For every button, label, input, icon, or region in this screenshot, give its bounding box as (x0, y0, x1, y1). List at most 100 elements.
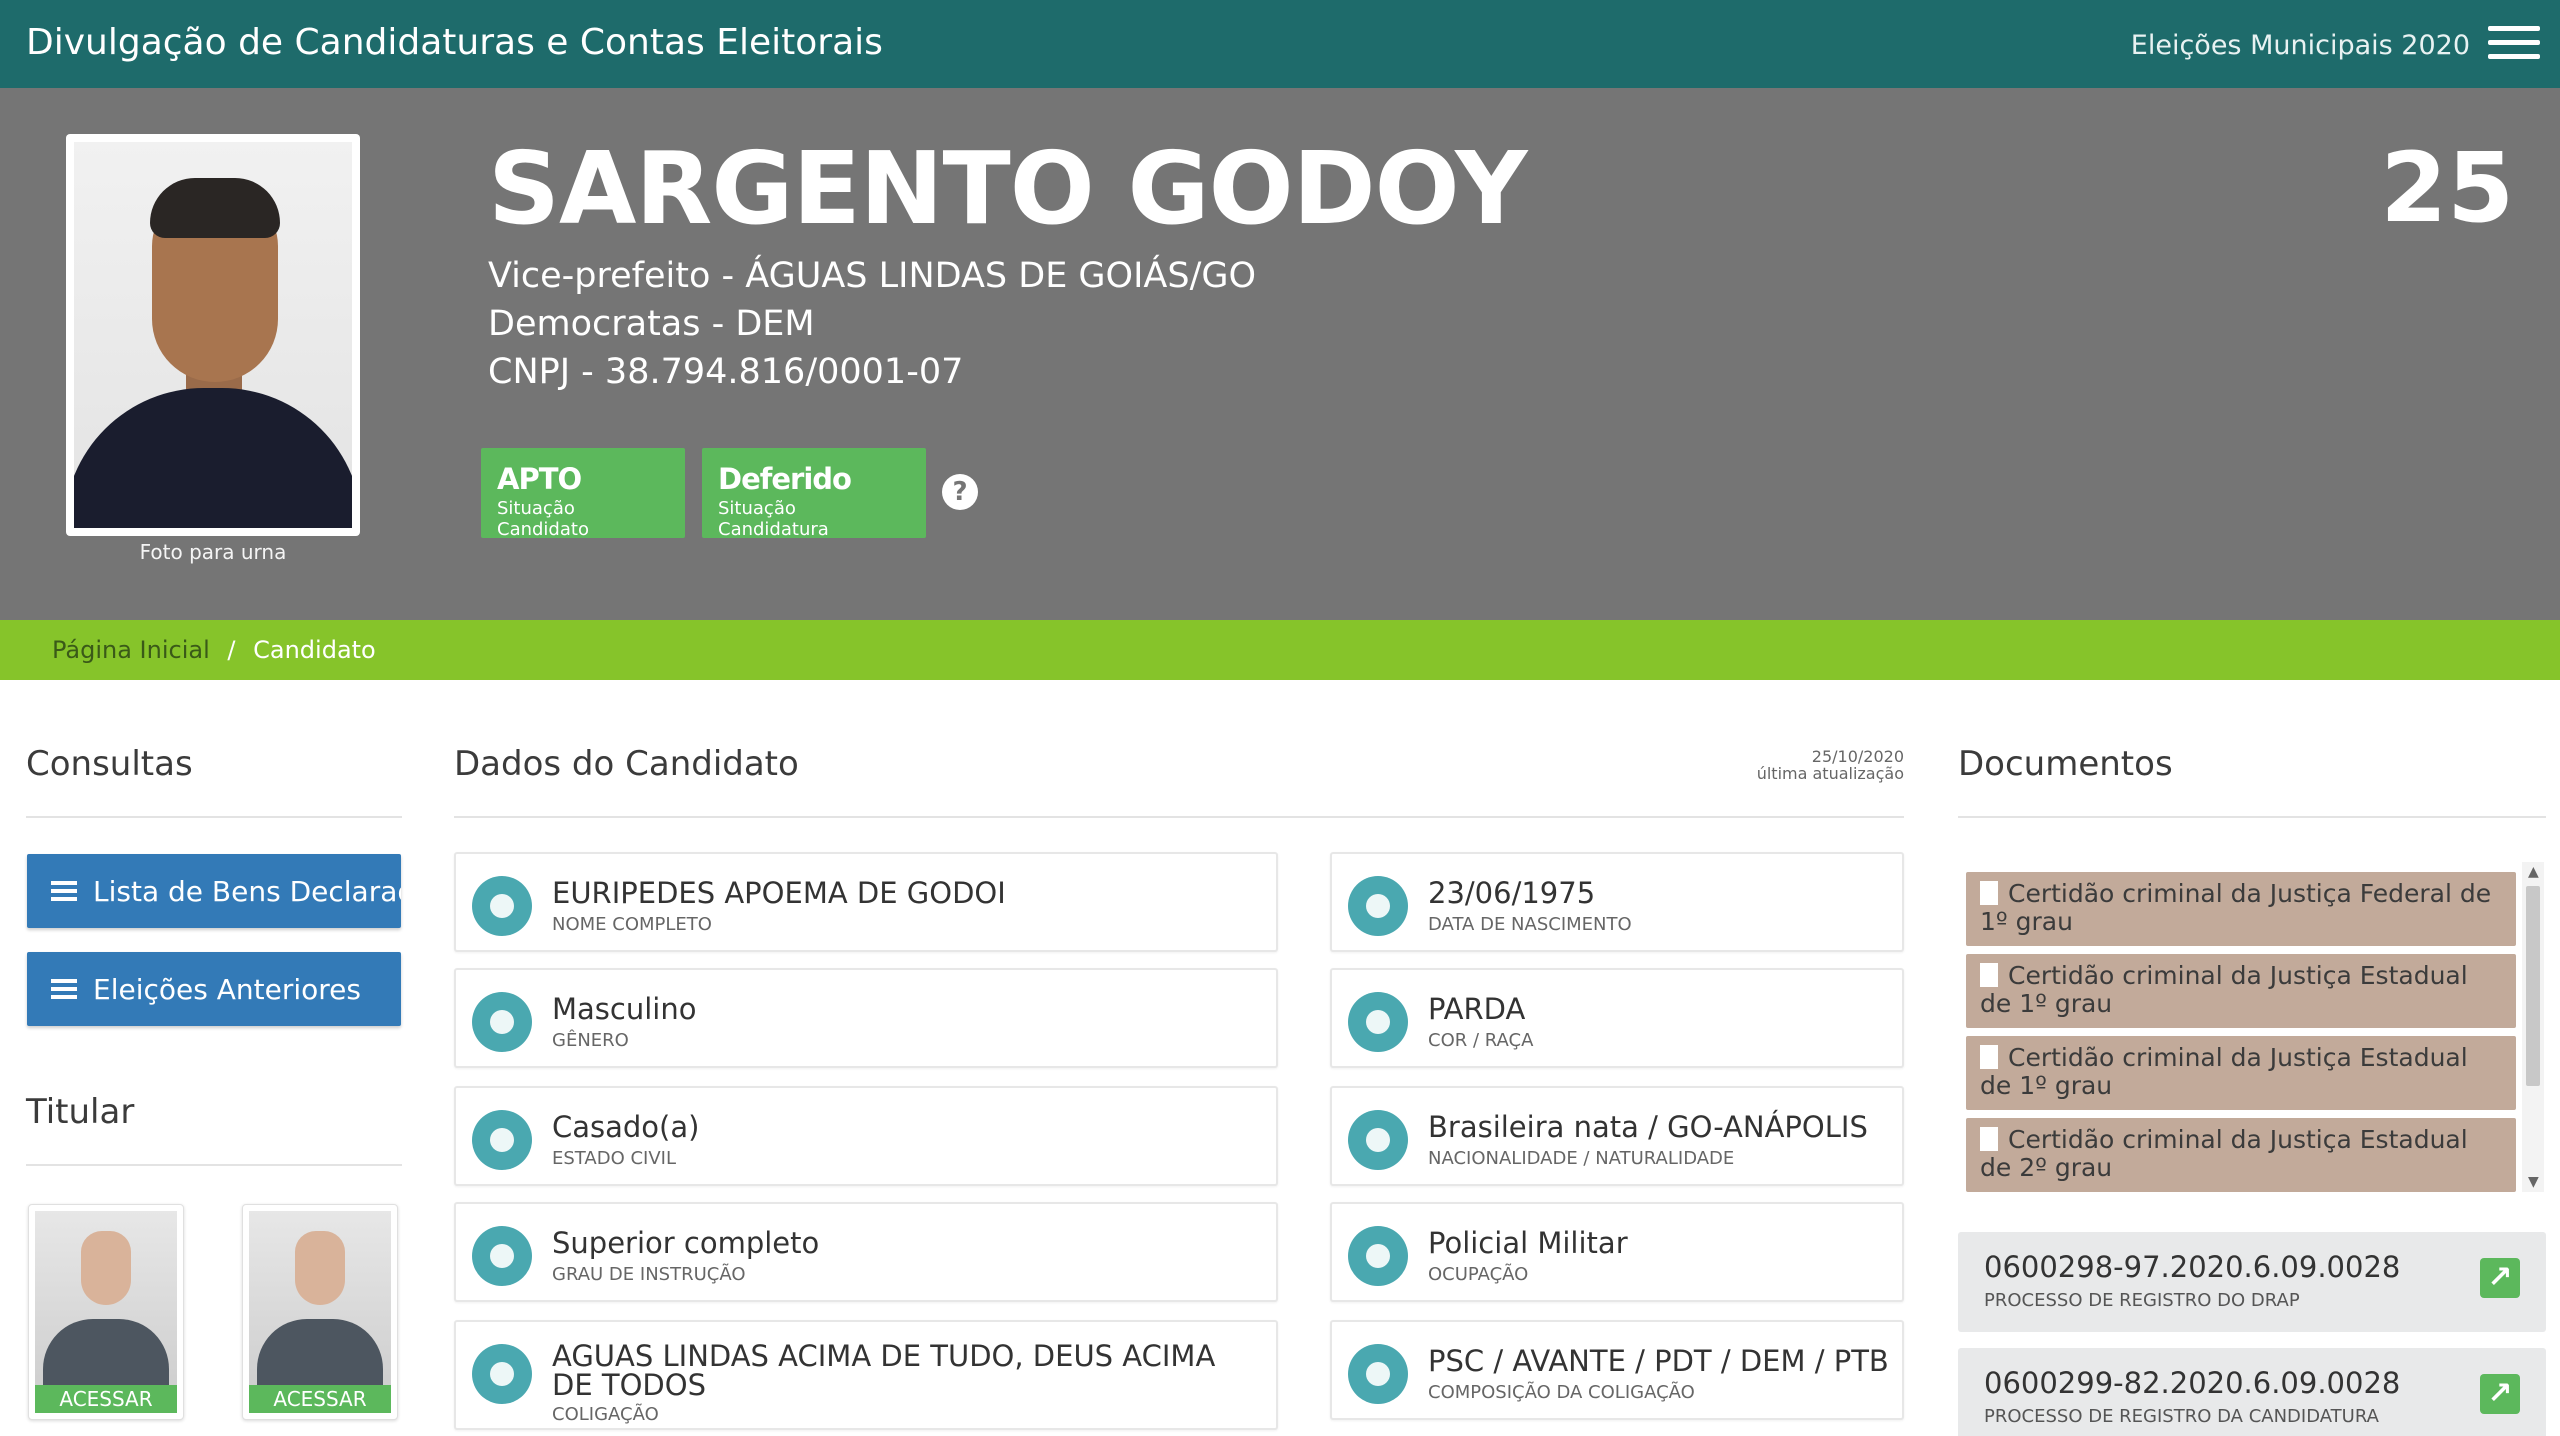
scrollbar-thumb[interactable] (2526, 886, 2540, 1086)
breadcrumb: Página Inicial / Candidato (0, 620, 2560, 680)
info-label: DATA DE NASCIMENTO (1428, 914, 1632, 935)
info-value: Brasileira nata / GO-ANÁPOLIS (1428, 1110, 1868, 1144)
status-badge-candidate: APTO Situação Candidato (481, 448, 685, 540)
divider (26, 1164, 402, 1166)
help-icon[interactable]: ? (942, 474, 978, 510)
titular-card[interactable]: ACESSAR (242, 1204, 398, 1420)
info-value: PARDA (1428, 992, 1526, 1026)
info-full-name: EURIPEDES APOEMA DE GODOI NOME COMPLETO (454, 852, 1278, 952)
info-value: 23/06/1975 (1428, 876, 1596, 910)
titular-title: Titular (26, 1092, 135, 1132)
process-number: 0600299-82.2020.6.09.0028 (1984, 1366, 2401, 1400)
external-link-icon[interactable]: ↗ (2480, 1258, 2520, 1298)
update-label: última atualização (1756, 764, 1904, 783)
info-coalition-composition: PSC / AVANTE / PDT / DEM / PTB COMPOSIÇÃ… (1330, 1320, 1904, 1420)
info-label: ESTADO CIVIL (552, 1148, 676, 1169)
hamburger-menu-icon[interactable] (2488, 26, 2540, 60)
info-label: COLIGAÇÃO (552, 1404, 659, 1425)
info-label: COR / RAÇA (1428, 1030, 1534, 1051)
last-update: 25/10/2020 última atualização (1757, 748, 1904, 782)
election-label[interactable]: Eleições Municipais 2020 (2131, 30, 2470, 61)
info-value: Superior completo (552, 1226, 820, 1260)
info-race: PARDA COR / RAÇA (1330, 968, 1904, 1068)
button-label: Lista de Bens Declarados (93, 874, 401, 908)
divider (1958, 816, 2546, 818)
info-label: COMPOSIÇÃO DA COLIGAÇÃO (1428, 1382, 1695, 1403)
file-icon (1980, 1045, 1998, 1069)
titular-card[interactable]: ACESSAR (28, 1204, 184, 1420)
breadcrumb-separator: / (227, 636, 236, 664)
folder-icon (1348, 1344, 1408, 1404)
info-value: EURIPEDES APOEMA DE GODOI (552, 876, 1006, 910)
process-label: PROCESSO DE REGISTRO DO DRAP (1984, 1290, 2300, 1311)
status-badge-candidacy: Deferido Situação Candidatura (702, 448, 926, 540)
assets-list-button[interactable]: Lista de Bens Declarados (27, 854, 401, 928)
external-link-icon[interactable]: ↗ (2480, 1374, 2520, 1414)
list-icon (51, 979, 77, 999)
documents-scrollbar[interactable]: ▲ ▼ (2522, 862, 2544, 1192)
process-number: 0600298-97.2020.6.09.0028 (1984, 1250, 2401, 1284)
candidate-number: 25 (2380, 132, 2514, 244)
titular-photo (35, 1211, 177, 1387)
info-label: NACIONALIDADE / NATURALIDADE (1428, 1148, 1735, 1169)
badge-value: Deferido (718, 462, 852, 496)
candidate-name: SARGENTO GODOY (488, 130, 1527, 247)
candidate-header: Foto para urna SARGENTO GODOY 25 Vice-pr… (0, 88, 2560, 620)
process-card-drap[interactable]: 0600298-97.2020.6.09.0028 PROCESSO DE RE… (1958, 1232, 2546, 1332)
info-label: GÊNERO (552, 1030, 629, 1051)
info-occupation: Policial Militar OCUPAÇÃO (1330, 1202, 1904, 1302)
info-value: Casado(a) (552, 1110, 700, 1144)
calendar-icon (1348, 876, 1408, 936)
ring-icon (472, 1110, 532, 1170)
breadcrumb-current: Candidato (253, 636, 376, 664)
user-icon (472, 876, 532, 936)
info-value: Masculino (552, 992, 697, 1026)
document-item[interactable]: Certidão criminal da Justiça Federal de … (1966, 872, 2516, 946)
info-label: GRAU DE INSTRUÇÃO (552, 1264, 746, 1285)
top-bar: Divulgação de Candidaturas e Contas Elei… (0, 0, 2560, 88)
previous-elections-button[interactable]: Eleições Anteriores (27, 952, 401, 1026)
titular-photo (249, 1211, 391, 1387)
badge-value: APTO (497, 462, 582, 496)
info-birth-date: 23/06/1975 DATA DE NASCIMENTO (1330, 852, 1904, 952)
info-nationality: Brasileira nata / GO-ANÁPOLIS NACIONALID… (1330, 1086, 1904, 1186)
info-value: AGUAS LINDAS ACIMA DE TUDO, DEUS ACIMA D… (552, 1339, 1216, 1402)
document-label: Certidão criminal da Justiça Estadual de… (1980, 961, 2468, 1018)
consultas-title: Consultas (26, 744, 193, 784)
candidate-role: Vice-prefeito - ÁGUAS LINDAS DE GOIÁS/GO (488, 256, 1257, 296)
badge-label: Situação Candidato (497, 498, 589, 540)
info-label: OCUPAÇÃO (1428, 1264, 1529, 1285)
info-marital-status: Casado(a) ESTADO CIVIL (454, 1086, 1278, 1186)
access-button[interactable]: ACESSAR (249, 1385, 391, 1413)
divider (26, 816, 402, 818)
button-label: Eleições Anteriores (93, 972, 361, 1006)
process-card-candidacy[interactable]: 0600299-82.2020.6.09.0028 PROCESSO DE RE… (1958, 1348, 2546, 1436)
document-item[interactable]: Certidão criminal da Justiça Estadual de… (1966, 1118, 2516, 1192)
file-icon (1980, 881, 1998, 905)
photo-caption: Foto para urna (139, 540, 287, 564)
process-label: PROCESSO DE REGISTRO DA CANDIDATURA (1984, 1406, 2379, 1427)
badge-label: Situação Candidatura (718, 498, 829, 540)
group-icon (472, 1344, 532, 1404)
person-icon (1348, 992, 1408, 1052)
graduation-cap-icon (472, 1226, 532, 1286)
list-icon (51, 881, 77, 901)
candidate-party: Democratas - DEM (488, 304, 815, 344)
document-label: Certidão criminal da Justiça Estadual de… (1980, 1043, 2468, 1100)
app-title: Divulgação de Candidaturas e Contas Elei… (26, 22, 883, 63)
document-item[interactable]: Certidão criminal da Justiça Estadual de… (1966, 954, 2516, 1028)
document-item[interactable]: Certidão criminal da Justiça Estadual de… (1966, 1036, 2516, 1110)
documents-list[interactable]: Certidão criminal da Justiça Federal de … (1958, 862, 2544, 1192)
update-date: 25/10/2020 (1811, 747, 1904, 766)
map-icon (1348, 1110, 1408, 1170)
candidate-photo (66, 134, 360, 536)
gender-icon (472, 992, 532, 1052)
info-label: NOME COMPLETO (552, 914, 712, 935)
access-button[interactable]: ACESSAR (35, 1385, 177, 1413)
breadcrumb-home-link[interactable]: Página Inicial (52, 636, 210, 664)
candidate-cnpj: CNPJ - 38.794.816/0001-07 (488, 352, 964, 392)
scroll-up-icon[interactable]: ▲ (2528, 864, 2539, 880)
divider (454, 816, 1904, 818)
info-value: Policial Militar (1428, 1226, 1628, 1260)
scroll-down-icon[interactable]: ▼ (2528, 1174, 2539, 1190)
